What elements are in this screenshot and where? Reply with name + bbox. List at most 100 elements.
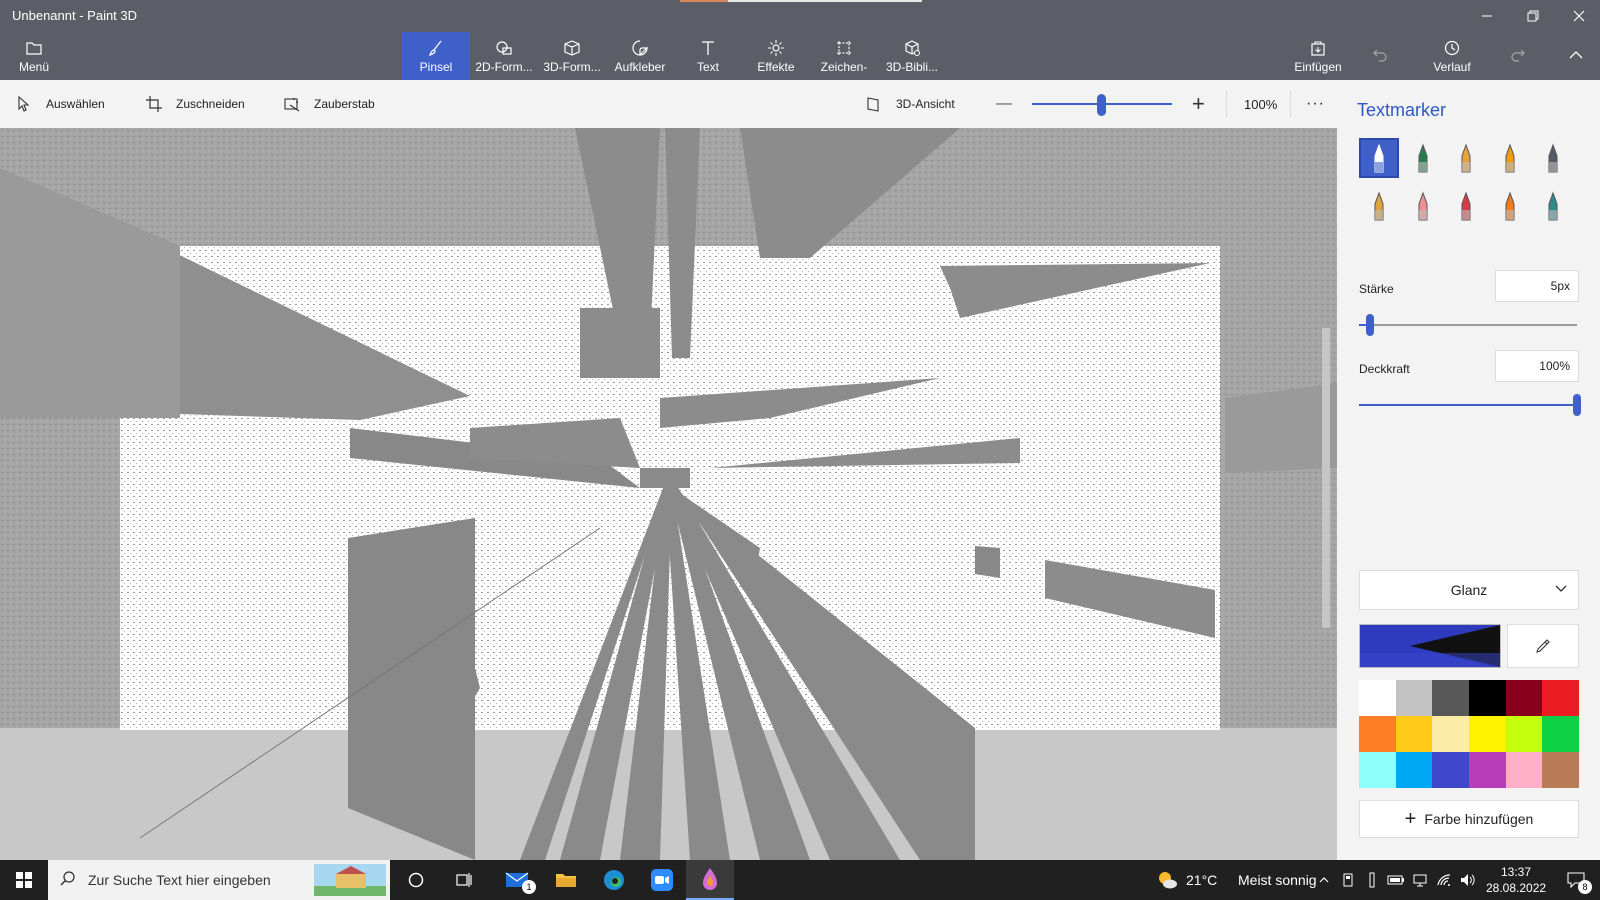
- effects-tool-button[interactable]: Effekte: [742, 32, 810, 80]
- pencil-icon[interactable]: [1359, 186, 1399, 226]
- thickness-input[interactable]: 5px: [1495, 270, 1579, 302]
- network-icon[interactable]: [1408, 860, 1432, 900]
- ribbon: Menü Pinsel 2D-Form... 3D-Form... Aufkle…: [0, 32, 1600, 80]
- sticker-label: Aufkleber: [614, 59, 666, 74]
- color-swatch[interactable]: [1505, 752, 1543, 788]
- weather-temperature[interactable]: 21°C: [1186, 872, 1217, 888]
- pixel-pen-icon[interactable]: [1533, 138, 1573, 178]
- 3d-view-button[interactable]: 3D-Ansicht: [866, 80, 955, 128]
- color-swatch[interactable]: [1359, 752, 1396, 788]
- drawing-canvas[interactable]: [0, 128, 1337, 860]
- file-explorer-icon[interactable]: [542, 860, 590, 900]
- color-swatch[interactable]: [1468, 680, 1506, 716]
- edge-browser-icon[interactable]: [590, 860, 638, 900]
- 2d-shapes-tool-button[interactable]: 2D-Form...: [470, 32, 538, 80]
- color-swatch[interactable]: [1395, 752, 1433, 788]
- color-swatch[interactable]: [1432, 752, 1469, 788]
- eraser-icon[interactable]: [1403, 186, 1443, 226]
- undo-button[interactable]: [1350, 32, 1410, 80]
- battery-icon[interactable]: [1384, 860, 1408, 900]
- zoom-slider-thumb[interactable]: [1097, 94, 1106, 116]
- zoom-out-button[interactable]: —: [996, 80, 1012, 128]
- wifi-icon[interactable]: [1432, 860, 1456, 900]
- history-button[interactable]: Verlauf: [1416, 32, 1488, 80]
- brush-tool-button[interactable]: Pinsel: [402, 32, 470, 80]
- color-swatch[interactable]: [1468, 716, 1506, 752]
- opacity-input[interactable]: 100%: [1495, 350, 1579, 382]
- spray-can-icon[interactable]: [1490, 186, 1530, 226]
- zoom-in-button[interactable]: +: [1192, 80, 1205, 128]
- magic-select-icon: [284, 98, 300, 112]
- menu-button[interactable]: Menü: [0, 32, 68, 80]
- search-placeholder: Zur Suche Text hier eingeben: [88, 872, 271, 888]
- 3d-library-tool-button[interactable]: 3D-Bibli...: [878, 32, 946, 80]
- 3d-shapes-tool-button[interactable]: 3D-Form...: [538, 32, 606, 80]
- text-tool-button[interactable]: Text: [674, 32, 742, 80]
- chevron-up-icon[interactable]: [1312, 860, 1336, 900]
- color-swatch[interactable]: [1505, 716, 1543, 752]
- minimize-icon[interactable]: [1464, 0, 1510, 32]
- 3d-shapes-icon: [564, 39, 580, 56]
- zoom-value[interactable]: 100%: [1244, 80, 1277, 128]
- zoom-app-icon[interactable]: [638, 860, 686, 900]
- windows-start-button[interactable]: [0, 860, 48, 900]
- thickness-slider-track[interactable]: [1359, 324, 1577, 326]
- oil-brush-icon[interactable]: [1446, 138, 1486, 178]
- crop-button[interactable]: Zuschneiden: [146, 80, 245, 128]
- crop-icon: [146, 96, 162, 112]
- eyedropper-icon: [1536, 639, 1550, 653]
- close-icon[interactable]: [1556, 0, 1600, 32]
- color-swatch[interactable]: [1542, 680, 1579, 716]
- color-swatch[interactable]: [1468, 752, 1506, 788]
- mail-app-icon[interactable]: 1: [494, 860, 542, 900]
- color-swatch[interactable]: [1432, 680, 1469, 716]
- marker-icon[interactable]: [1359, 138, 1399, 178]
- color-swatch[interactable]: [1542, 752, 1579, 788]
- device-icon[interactable]: [1360, 860, 1384, 900]
- magic-select-label: Zauberstab: [314, 97, 375, 111]
- color-swatch[interactable]: [1359, 680, 1396, 716]
- title-bar: Unbenannt - Paint 3D: [0, 0, 1600, 32]
- opacity-slider-thumb[interactable]: [1573, 394, 1581, 416]
- paint3d-app-icon[interactable]: [686, 860, 734, 900]
- thickness-slider-thumb[interactable]: [1365, 314, 1374, 336]
- notification-center-icon[interactable]: 8: [1552, 860, 1600, 900]
- watercolor-icon[interactable]: [1490, 138, 1530, 178]
- weather-icon[interactable]: [1152, 860, 1182, 900]
- canvas-tool-button[interactable]: Zeichen-: [810, 32, 878, 80]
- calligraphy-pen-icon[interactable]: [1403, 138, 1443, 178]
- crayon-icon[interactable]: [1446, 186, 1486, 226]
- collapse-ribbon-button[interactable]: [1552, 32, 1600, 80]
- color-swatch[interactable]: [1542, 716, 1579, 752]
- cortana-icon[interactable]: [392, 860, 440, 900]
- sticker-tool-button[interactable]: Aufkleber: [606, 32, 674, 80]
- eyedropper-button[interactable]: [1507, 624, 1579, 668]
- add-color-label: Farbe hinzufügen: [1424, 811, 1534, 827]
- color-swatch[interactable]: [1505, 680, 1543, 716]
- toolbar: Auswählen Zuschneiden Zauberstab 3D-Ansi…: [0, 80, 1337, 128]
- current-color-swatch[interactable]: [1359, 624, 1501, 668]
- color-swatch[interactable]: [1395, 716, 1433, 752]
- redo-button[interactable]: [1490, 32, 1546, 80]
- magic-select-button[interactable]: Zauberstab: [284, 80, 375, 128]
- history-icon: [1444, 40, 1460, 55]
- fill-icon[interactable]: [1533, 186, 1573, 226]
- usb-drive-icon[interactable]: [1336, 860, 1360, 900]
- color-swatch[interactable]: [1395, 680, 1433, 716]
- insert-button[interactable]: Einfügen: [1280, 32, 1356, 80]
- taskbar-search-box[interactable]: Zur Suche Text hier eingeben: [48, 860, 390, 900]
- add-color-button[interactable]: + Farbe hinzufügen: [1359, 800, 1579, 838]
- weather-description[interactable]: Meist sonnig: [1238, 872, 1317, 888]
- color-swatch[interactable]: [1359, 716, 1396, 752]
- task-view-icon[interactable]: [440, 860, 488, 900]
- restore-icon[interactable]: [1510, 0, 1556, 32]
- volume-icon[interactable]: [1456, 860, 1480, 900]
- color-swatch[interactable]: [1432, 716, 1469, 752]
- select-button[interactable]: Auswählen: [16, 80, 105, 128]
- more-options-button[interactable]: ···: [1306, 80, 1325, 128]
- finish-value: Glanz: [1450, 582, 1488, 598]
- clock[interactable]: 13:37 28.08.2022: [1486, 864, 1546, 896]
- finish-dropdown[interactable]: Glanz: [1359, 570, 1579, 610]
- 2d-shapes-icon: [496, 40, 512, 55]
- crop-label: Zuschneiden: [176, 97, 245, 111]
